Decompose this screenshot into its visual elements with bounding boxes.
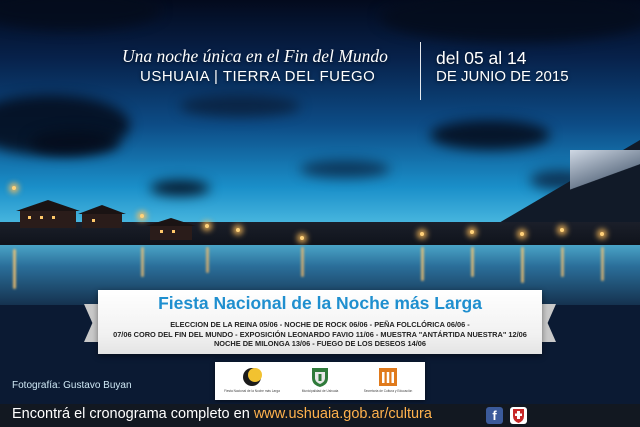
cultura-link[interactable]: www.ushuaia.gob.ar/cultura bbox=[254, 406, 432, 422]
location-label: USHUAIA | TIERRA DEL FUEGO bbox=[140, 68, 376, 85]
footer-bar: Encontrá el cronograma completo en www.u… bbox=[0, 404, 640, 427]
municipio-logo: Municipalidad de Ushuaia bbox=[287, 366, 353, 396]
night-sky-photo bbox=[0, 0, 640, 260]
cultura-logo: Secretaría de Cultura y Educación bbox=[355, 366, 421, 396]
municipio-shield-icon bbox=[312, 368, 328, 387]
cultura-columns-icon bbox=[379, 368, 397, 386]
festival-title: Fiesta Nacional de la Noche más Larga bbox=[158, 293, 482, 313]
photo-credit: Fotografía: Gustavo Buyan bbox=[12, 380, 132, 391]
municipal-shield-icon[interactable] bbox=[510, 407, 527, 424]
facebook-icon[interactable]: f bbox=[486, 407, 503, 424]
house bbox=[82, 214, 122, 228]
header-divider bbox=[420, 42, 421, 100]
event-schedule: ELECCION DE LA REINA 05/06 - NOCHE DE RO… bbox=[102, 320, 538, 349]
date-month-year: DE JUNIO DE 2015 bbox=[436, 68, 569, 85]
event-line: 07/06 CORO DEL FIN DEL MUNDO - EXPOSICIÓ… bbox=[113, 329, 527, 339]
footer-prefix: Encontrá el cronograma completo en bbox=[12, 406, 254, 422]
footer-text: Encontrá el cronograma completo en www.u… bbox=[12, 406, 432, 422]
house bbox=[20, 210, 76, 228]
sponsor-logos: Fiesta Nacional de la Noche más Larga Mu… bbox=[215, 362, 425, 400]
poster: Una noche única en el Fin del Mundo USHU… bbox=[0, 0, 640, 427]
event-banner: Fiesta Nacional de la Noche más Larga EL… bbox=[98, 290, 542, 354]
date-range: del 05 al 14 bbox=[436, 48, 527, 68]
fiesta-logo: Fiesta Nacional de la Noche más Larga bbox=[219, 366, 285, 396]
tagline: Una noche única en el Fin del Mundo bbox=[122, 46, 388, 66]
event-line: ELECCION DE LA REINA 05/06 - NOCHE DE RO… bbox=[170, 320, 470, 329]
event-line: NOCHE DE MILONGA 13/06 - FUEGO DE LOS DE… bbox=[213, 339, 427, 349]
fiesta-moon-icon bbox=[243, 368, 262, 386]
house bbox=[150, 226, 192, 240]
